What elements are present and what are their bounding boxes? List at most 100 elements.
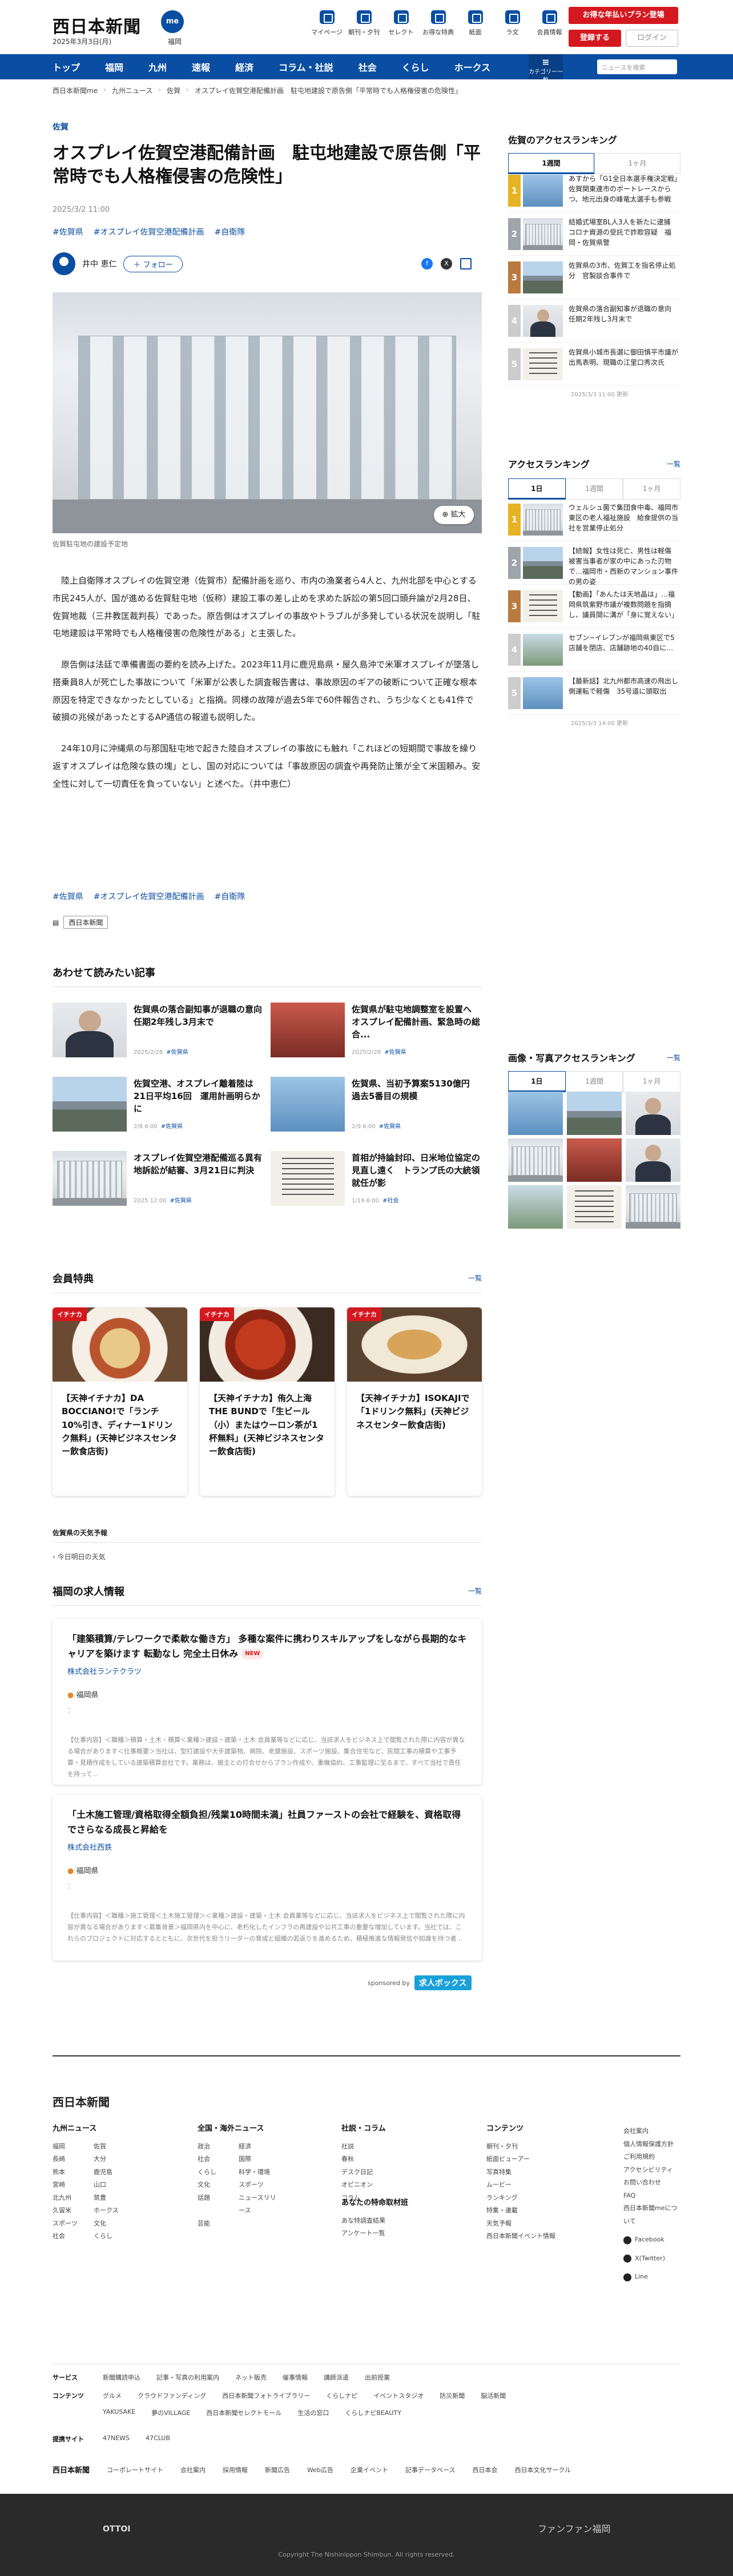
footer-link[interactable]: 大分	[94, 2153, 135, 2166]
footer-link[interactable]: 採用情報	[223, 2465, 248, 2474]
footer-link[interactable]: くらし	[94, 2230, 135, 2243]
footer-link[interactable]: 西日本会	[472, 2465, 497, 2474]
footer-link[interactable]: くらしナビ	[326, 2391, 357, 2400]
related-item[interactable]: 佐賀県、当初予算案5130億円 過去5番目の規模 2/9 6:00 #佐賀県	[271, 1077, 482, 1134]
footer-link[interactable]: 経済	[239, 2140, 280, 2154]
footer-link[interactable]: 文化	[198, 2179, 239, 2192]
footer-link[interactable]: YAKUSAKE	[103, 2408, 135, 2417]
footer-link[interactable]: 社説	[341, 2140, 386, 2154]
search-input[interactable]: ニュースを検索	[597, 59, 677, 74]
tab-day[interactable]: 1日	[508, 478, 566, 500]
footer-link[interactable]: 福岡	[53, 2140, 94, 2154]
tab-day[interactable]: 1日	[508, 1071, 566, 1092]
tag-link[interactable]: #自衛隊	[214, 226, 245, 238]
photo-thumb[interactable]	[508, 1185, 563, 1229]
tag-link[interactable]: #佐賀県	[53, 226, 83, 238]
footer-link[interactable]: 西日本新聞フォトライブラリー	[222, 2391, 310, 2400]
footer-link[interactable]: ランキング	[486, 2192, 555, 2205]
footer-logo[interactable]: 西日本新聞	[53, 2093, 110, 2110]
ranking-item[interactable]: 1 ウェルシュ菌で集団食中毒、福岡市東区の老人福祉施設 給食提供の当社を営業停止処…	[508, 498, 680, 541]
gnav-economy[interactable]: 経済	[235, 60, 253, 74]
footer-link[interactable]: ニュースリリース	[239, 2192, 280, 2217]
photo-thumb[interactable]	[508, 1138, 563, 1182]
footer-link[interactable]: 記事データベース	[405, 2465, 455, 2474]
footer-bottom-logo[interactable]: 西日本新聞	[53, 2464, 90, 2475]
footer-link[interactable]: 山口	[94, 2179, 135, 2192]
footer-link[interactable]: 西日本文化サークル	[514, 2465, 571, 2474]
footer-link[interactable]: アンケート一覧	[341, 2227, 408, 2240]
ranking-item[interactable]: 2 結婚式場室BL人3人を新たに逮捕 コロナ資源の受託で詐欺容疑 福岡・佐賀県警	[508, 212, 680, 256]
footer-link[interactable]: 新聞購読申込	[103, 2373, 140, 2382]
footer-link[interactable]: ネット販売	[235, 2373, 267, 2382]
breadcrumb-item[interactable]: 西日本新聞me	[53, 86, 98, 95]
ranking-item[interactable]: 5 【最新話】北九州都市高速の飛出し側運転で軽傷 35号道に頭取出	[508, 671, 680, 715]
footer-link[interactable]: 西日本新聞セレクトモール	[206, 2408, 281, 2417]
tag-link[interactable]: #佐賀県	[53, 891, 83, 902]
tag-link[interactable]: #オスプレイ佐賀空港配備計画	[94, 891, 204, 902]
author-avatar[interactable]	[53, 252, 75, 275]
related-item[interactable]: オスプレイ佐賀空港配備巡る異有地訴訟が結審、3月21日に判決 2025 12:0…	[53, 1151, 264, 1208]
jobs-more-link[interactable]: 一覧	[468, 1586, 482, 1596]
footer-link[interactable]: 会社案内	[623, 2125, 680, 2138]
ranking-item[interactable]: 2 【続報】女性は死亡、男性は軽傷 被害当事者が家の中にあった刃物で…福岡市・西新…	[508, 541, 680, 586]
gnav-column[interactable]: コラム・社説	[279, 60, 333, 74]
footer-link[interactable]: 西日本新聞イベント情報	[486, 2230, 555, 2243]
footer-link[interactable]: 熊本	[53, 2166, 94, 2179]
footer-link[interactable]: 宮崎	[53, 2179, 94, 2192]
footer-link[interactable]: 社会	[53, 2230, 94, 2243]
fanfan-logo[interactable]: ファンファン福岡	[538, 2521, 611, 2535]
footer-link[interactable]: 出前授業	[365, 2373, 390, 2382]
footer-link[interactable]: 47CLUB	[146, 2434, 170, 2444]
footer-link[interactable]: 北九州	[53, 2192, 94, 2205]
weather-link[interactable]: › 今日明日の天気	[53, 1552, 482, 1561]
benefit-card[interactable]: イチナカ 【天神イチナカ】ISOKAJIで「1ドリンク無料」(天神ビジネスセンタ…	[347, 1307, 482, 1496]
nav-paper[interactable]: 朝刊・夕刊	[345, 10, 382, 37]
footer-link[interactable]: 講師派遣	[324, 2373, 349, 2382]
footer-link[interactable]: 生活の窓口	[297, 2408, 329, 2417]
nav-mypage[interactable]: マイページ	[308, 10, 345, 37]
ranking-item[interactable]: 1 あすから「G1全日本選手権決定戦」佐賀関東連市のボートレースからつ、地元出身の…	[508, 169, 680, 212]
footer-link[interactable]: イベントスタジオ	[373, 2391, 424, 2400]
header-area[interactable]: 福岡	[168, 37, 182, 46]
related-item[interactable]: 佐賀県の落合副知事が退職の意向 任期2年残し3月末で 2025/2/28 #佐賀県	[53, 1003, 271, 1060]
photo-thumb[interactable]	[508, 1092, 563, 1135]
gnav-breaking[interactable]: 速報	[192, 60, 210, 74]
job-card[interactable]: 「建築積算/テレワークで柔軟な働き方」 多種な案件に携わりスキルアップをしながら…	[53, 1619, 482, 1785]
footer-link[interactable]: ホークス	[94, 2204, 135, 2217]
footer-link[interactable]: くらしナビBEAUTY	[345, 2408, 401, 2417]
ranking-item[interactable]: 3 佐賀県の3市、佐賀工を指名停止処分 官製談合事件で	[508, 256, 680, 299]
footer-link[interactable]: FAQ	[623, 2189, 680, 2203]
nav-viewer[interactable]: 紙面	[457, 10, 494, 37]
me-badge[interactable]: me	[161, 10, 184, 33]
source-badge[interactable]: 西日本新聞	[63, 916, 108, 929]
footer-link[interactable]: アクセシビリティ	[623, 2164, 680, 2177]
footer-link[interactable]: デスク日記	[341, 2166, 386, 2179]
footer-link[interactable]: 催事情報	[283, 2373, 308, 2382]
gnav-fukuoka[interactable]: 福岡	[105, 60, 123, 74]
footer-link[interactable]: ムービー	[486, 2179, 555, 2192]
footer-link[interactable]: オピニオン	[341, 2179, 386, 2192]
nav-benefit[interactable]: お得な特典	[420, 10, 457, 37]
tab-month[interactable]: 1ヶ月	[623, 478, 681, 500]
tab-month[interactable]: 1ヶ月	[623, 1071, 681, 1092]
footer-link[interactable]: 会社案内	[180, 2465, 206, 2474]
footer-link[interactable]: 天気予報	[486, 2217, 555, 2231]
footer-link[interactable]: 科学・環境	[239, 2166, 280, 2179]
photo-thumb[interactable]	[567, 1092, 622, 1135]
footer-link[interactable]: Web広告	[307, 2465, 333, 2474]
footer-link[interactable]: お問い合わせ	[623, 2176, 680, 2189]
footer-link[interactable]: 長崎	[53, 2153, 94, 2166]
footer-link[interactable]: 国際	[239, 2153, 280, 2166]
ranking-item[interactable]: 3 【動画】「あんたは天地晶は」…福岡県筑紫野市議が複数問題を指摘し、議員間に溝が…	[508, 585, 680, 628]
footer-link[interactable]: 朝刊・夕刊	[486, 2140, 555, 2154]
ranking-more-link[interactable]: 一覧	[667, 459, 680, 469]
footer-link[interactable]: くらし	[198, 2166, 239, 2179]
footer-link[interactable]: 脳活新聞	[481, 2391, 506, 2400]
x-link[interactable]: X(Twitter)	[623, 2252, 680, 2265]
ottoi-logo[interactable]: OTTOI	[103, 2525, 130, 2534]
footer-link[interactable]: 芸能	[198, 2217, 239, 2231]
ranking-item[interactable]: 4 佐賀県の落合副知事が退職の意向 任期2年残し3月末で	[508, 299, 680, 343]
ranking-item[interactable]: 4 セブン−イレブンが福岡県東区で5店舗を閉店、店舗跡地の40自に…	[508, 628, 680, 671]
follow-button[interactable]: ＋ フォロー	[123, 255, 183, 272]
footer-link[interactable]: 特集・連載	[486, 2204, 555, 2217]
